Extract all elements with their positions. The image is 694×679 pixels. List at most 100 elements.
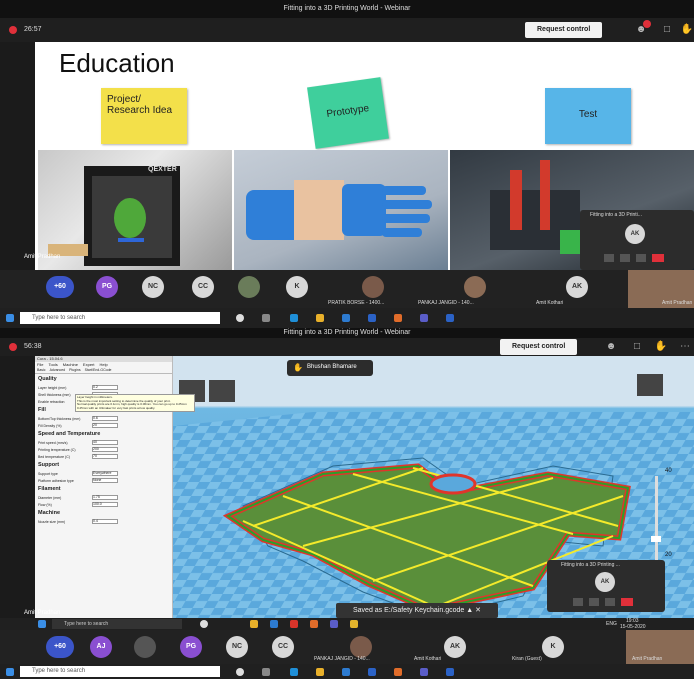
photo-robot-arm: Fitting into a 3D Printi... AK xyxy=(450,150,694,270)
cortana-icon[interactable] xyxy=(236,314,244,322)
setting-input[interactable]: Everywhere xyxy=(92,471,118,476)
tab-plugins[interactable]: Plugins xyxy=(69,368,80,373)
taskbar-search[interactable]: Type here to search xyxy=(20,312,220,324)
setting-input[interactable]: None xyxy=(92,478,118,483)
taskbar-search[interactable]: Type here to search xyxy=(20,666,220,677)
popup-share-icon[interactable] xyxy=(605,598,615,606)
popup-mic-icon[interactable] xyxy=(620,254,630,262)
printer-illustration xyxy=(48,166,180,266)
language-indicator: ENG xyxy=(606,621,617,627)
setting-input[interactable]: 0.4 xyxy=(92,519,118,524)
setting-tooltip: Layer height in millimeters. This is the… xyxy=(75,394,195,412)
overflow-participants[interactable]: +60 xyxy=(46,636,74,658)
setting-input[interactable]: 100.0 xyxy=(92,502,118,507)
file-explorer-icon[interactable] xyxy=(316,668,324,676)
save-toolpath-icon[interactable] xyxy=(209,380,235,402)
settings-section-title: Support xyxy=(38,462,60,468)
participant-avatar[interactable]: AK xyxy=(444,636,466,658)
word-icon[interactable] xyxy=(446,314,454,322)
setting-input[interactable]: 200 xyxy=(92,447,118,452)
presenter-video-tile[interactable]: Amit Pradhan xyxy=(628,270,694,308)
popup-video-icon[interactable] xyxy=(604,254,614,262)
setting-label: Printing temperature (C) xyxy=(38,447,76,452)
setting-label: Support type xyxy=(38,471,58,476)
participant-photo[interactable] xyxy=(238,276,260,298)
tab-advanced[interactable]: Advanced xyxy=(50,368,66,373)
task-view-icon[interactable] xyxy=(262,668,270,676)
setting-input[interactable]: 1.75 xyxy=(92,495,118,500)
presenter-video-tile[interactable]: Amit Pradhan xyxy=(626,630,694,664)
layer-slider-handle[interactable] xyxy=(651,536,661,542)
participant-avatar[interactable]: AK xyxy=(566,276,588,298)
chat-icon[interactable]: □ xyxy=(660,23,674,37)
participant-photo[interactable] xyxy=(362,276,384,298)
setting-label: Platform adhesion type xyxy=(38,478,74,483)
shared-slide: Education Project/ Research Idea Prototy… xyxy=(35,42,694,270)
video-name-tag: PANKAJ JANGID - 140... xyxy=(314,656,370,662)
chrome-icon[interactable] xyxy=(394,314,402,322)
floating-meeting-popup[interactable]: Fitting into a 3D Printi... AK xyxy=(580,210,694,270)
participant-avatar[interactable]: CC xyxy=(192,276,214,298)
store-icon[interactable] xyxy=(342,314,350,322)
popup-share-icon[interactable] xyxy=(636,254,646,262)
setting-input[interactable]: 0.6 xyxy=(92,416,118,421)
file-explorer-icon[interactable] xyxy=(316,314,324,322)
windows-start-icon[interactable] xyxy=(6,668,14,676)
edge-icon[interactable] xyxy=(290,668,298,676)
view-mode-icon[interactable] xyxy=(637,374,663,396)
participant-strip: +60 PG NC CC K PRATIK BORSE - 1400... PA… xyxy=(0,270,694,308)
teams-icon[interactable] xyxy=(420,668,428,676)
hand-icon[interactable]: ✋ xyxy=(680,23,694,37)
close-icon[interactable]: ✕ xyxy=(475,607,481,614)
participant-avatar[interactable]: PG xyxy=(180,636,202,658)
video-name-tag: Amit Kothari xyxy=(414,656,442,662)
tab-basic[interactable]: Basic xyxy=(37,368,46,373)
popup-hangup-icon[interactable] xyxy=(621,598,633,606)
participant-avatar[interactable]: K xyxy=(286,276,308,298)
request-control-button[interactable]: Request control xyxy=(525,22,603,38)
photo-3d-printer: QEXTER xyxy=(38,150,232,270)
word-icon[interactable] xyxy=(446,668,454,676)
file-explorer-icon xyxy=(250,620,258,628)
setting-row: Flow (%) 100.0 xyxy=(35,501,172,508)
setting-input[interactable]: 0.2 xyxy=(92,385,118,390)
presenter-name-tag: Amit Pradhan xyxy=(24,610,61,616)
popup-video-icon[interactable] xyxy=(573,598,583,606)
windows-start-icon[interactable] xyxy=(6,314,14,322)
participant-photo[interactable] xyxy=(134,636,156,658)
sticky-note-prototype: Prototype xyxy=(307,77,389,149)
overflow-participants[interactable]: +60 xyxy=(46,276,74,298)
edge-icon[interactable] xyxy=(290,314,298,322)
setting-row: Bottom/Top thickness (mm) 0.6 xyxy=(35,415,172,422)
teams-icon[interactable] xyxy=(420,314,428,322)
more-icon[interactable]: ⋯ xyxy=(678,340,692,354)
setting-input[interactable]: 20 xyxy=(92,423,118,428)
floating-meeting-popup[interactable]: Fitting into a 3D Printing ... AK xyxy=(547,560,665,612)
participant-avatar[interactable]: NC xyxy=(226,636,248,658)
participant-avatar[interactable]: PG xyxy=(96,276,118,298)
participant-avatar[interactable]: AJ xyxy=(90,636,112,658)
participant-photo[interactable] xyxy=(350,636,372,658)
store-icon[interactable] xyxy=(342,668,350,676)
chrome-icon[interactable] xyxy=(394,668,402,676)
video-name-tag: Amit Pradhan xyxy=(632,656,663,662)
popup-mic-icon[interactable] xyxy=(589,598,599,606)
participant-avatar[interactable]: NC xyxy=(142,276,164,298)
participant-avatar[interactable]: CC xyxy=(272,636,294,658)
setting-input[interactable]: 40 xyxy=(92,440,118,445)
tab-gcode[interactable]: Start/End-GCode xyxy=(85,368,112,373)
participant-photo[interactable] xyxy=(464,276,486,298)
mail-icon[interactable] xyxy=(368,314,376,322)
hand-icon[interactable]: ✋ xyxy=(654,340,668,354)
request-control-button[interactable]: Request control xyxy=(500,339,578,355)
participant-avatar[interactable]: K xyxy=(542,636,564,658)
mail-icon[interactable] xyxy=(368,668,376,676)
popup-hangup-icon[interactable] xyxy=(652,254,664,262)
cortana-icon[interactable] xyxy=(236,668,244,676)
recording-icon xyxy=(9,26,17,34)
task-view-icon[interactable] xyxy=(262,314,270,322)
setting-input[interactable]: 70 xyxy=(92,454,118,459)
video-name-tag: PRATIK BORSE - 1400... xyxy=(328,300,385,306)
participants-icon[interactable]: ☻ xyxy=(604,340,618,354)
chat-icon[interactable]: □ xyxy=(630,340,644,354)
